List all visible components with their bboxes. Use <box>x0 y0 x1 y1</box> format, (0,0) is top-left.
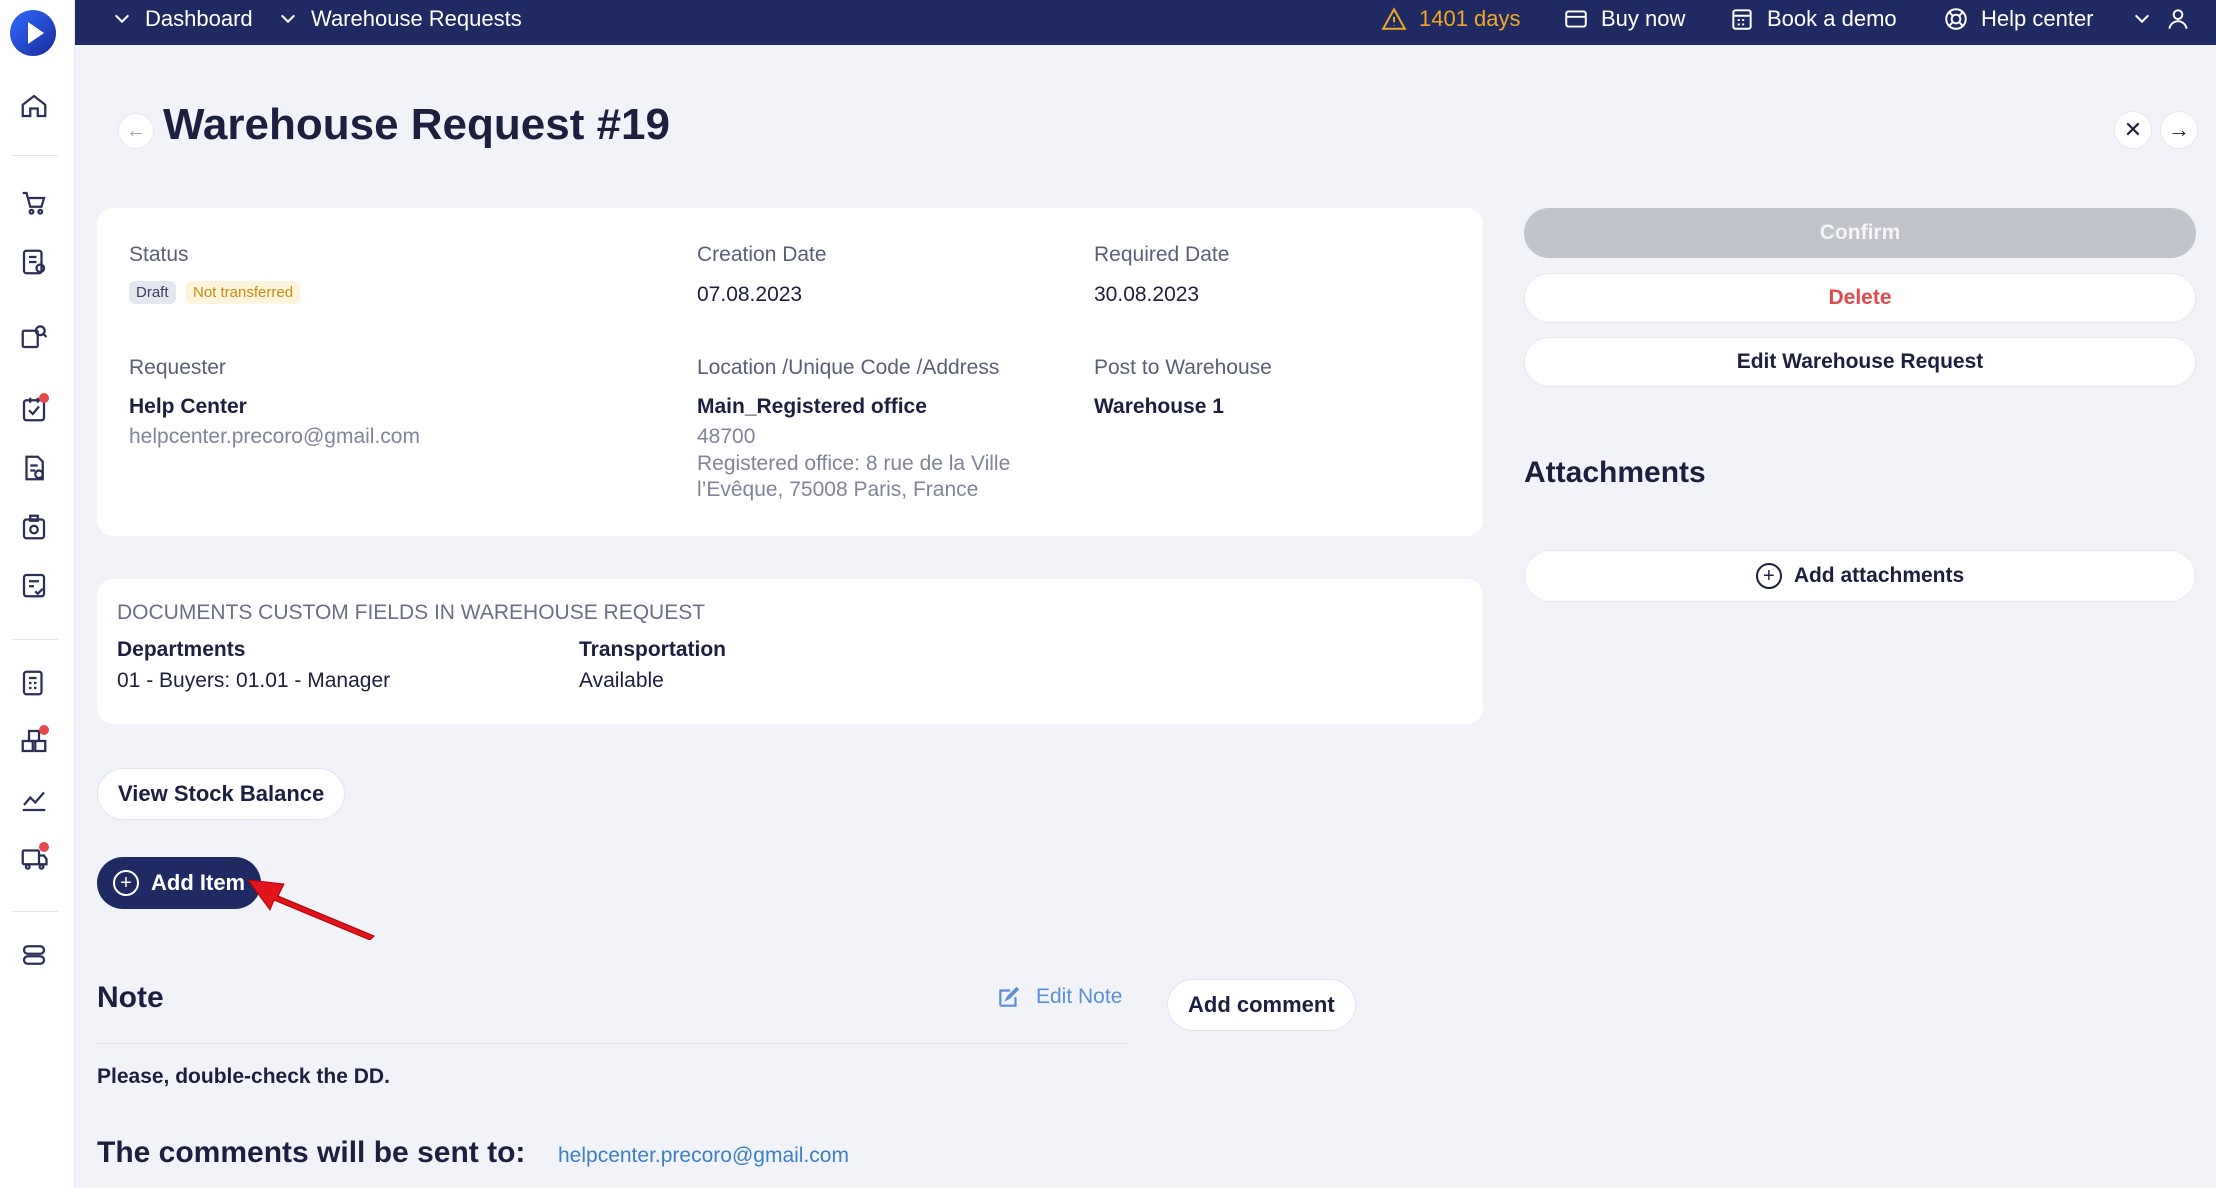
status-badge-draft: Draft <box>129 281 176 304</box>
status-badge-transfer: Not transferred <box>186 281 301 304</box>
suppliers-icon[interactable] <box>17 841 51 875</box>
required-date-label: Required Date <box>1094 243 1230 266</box>
settings-icon[interactable] <box>17 938 51 972</box>
edit-note-button[interactable]: Edit Note <box>996 984 1122 1010</box>
breadcrumb-warehouse-requests[interactable]: Warehouse Requests <box>280 0 522 38</box>
plus-circle-icon: + <box>113 870 139 896</box>
status-label: Status <box>129 243 189 266</box>
annotation-arrow-icon <box>246 879 375 940</box>
budgets-icon[interactable] <box>17 666 51 700</box>
close-icon: ✕ <box>2123 117 2143 142</box>
edit-note-label: Edit Note <box>1036 985 1123 1008</box>
add-attachments-button[interactable]: + Add attachments <box>1524 550 2196 602</box>
purchase-requests-icon[interactable] <box>17 245 51 279</box>
trial-days: 1401 days <box>1419 6 1521 31</box>
delete-button[interactable]: Delete <box>1524 273 2196 323</box>
confirm-button[interactable]: Confirm <box>1524 208 2196 258</box>
note-text: Please, double-check the DD. <box>97 1065 390 1088</box>
top-bar: Dashboard Warehouse Requests 1401 days B… <box>75 0 2216 45</box>
page-title: Warehouse Request #19 <box>163 100 670 149</box>
warehouse-icon[interactable] <box>17 724 51 758</box>
sidebar-divider <box>12 155 58 156</box>
breadcrumb-dashboard[interactable]: Dashboard <box>114 0 253 38</box>
search-orders-icon[interactable] <box>17 320 51 354</box>
sidebar-divider <box>12 639 58 640</box>
departments-label: Departments <box>117 638 246 661</box>
post-to-warehouse-label: Post to Warehouse <box>1094 356 1272 379</box>
app-logo[interactable] <box>10 10 56 56</box>
invoices-icon[interactable] <box>17 451 51 485</box>
sidebar <box>0 0 75 1188</box>
custom-fields-heading: DOCUMENTS CUSTOM FIELDS IN WAREHOUSE REQ… <box>117 601 706 624</box>
post-to-warehouse-value: Warehouse 1 <box>1094 395 1224 418</box>
details-card: Status Draft Not transferred Creation Da… <box>97 208 1483 536</box>
notification-dot <box>39 393 49 403</box>
attachments-title: Attachments <box>1524 456 1706 489</box>
view-stock-balance-button[interactable]: View Stock Balance <box>97 768 346 820</box>
home-icon[interactable] <box>17 89 51 123</box>
transportation-value: Available <box>579 669 664 692</box>
user-menu[interactable] <box>2134 0 2203 38</box>
add-attachments-label: Add attachments <box>1793 564 1965 587</box>
notification-dot <box>39 842 49 852</box>
custom-fields-card: DOCUMENTS CUSTOM FIELDS IN WAREHOUSE REQ… <box>97 579 1483 724</box>
add-item-label: Add Item <box>151 870 246 895</box>
chevron-down-icon <box>114 8 130 24</box>
book-demo-label: Book a demo <box>1767 6 1897 31</box>
add-comment-button[interactable]: Add comment <box>1167 979 1356 1031</box>
edit-icon <box>999 986 1020 1007</box>
approvals-icon[interactable] <box>17 392 51 426</box>
chevron-down-icon <box>280 8 296 24</box>
cart-icon[interactable] <box>17 186 51 220</box>
creation-date-label: Creation Date <box>697 243 827 266</box>
arrow-left-icon: ← <box>126 119 146 142</box>
arrow-right-icon: → <box>2168 117 2190 142</box>
payments-icon[interactable] <box>17 568 51 602</box>
note-title: Note <box>97 981 164 1014</box>
location-address-line-2: l’Evêque, 75008 Paris, France <box>697 478 979 501</box>
comments-recipients-title: The comments will be sent to: <box>97 1136 526 1169</box>
location-label: Location /Unique Code /Address <box>697 356 1000 379</box>
back-button[interactable]: ← <box>118 113 154 149</box>
close-button[interactable]: ✕ <box>2114 111 2152 149</box>
sidebar-divider <box>12 911 58 912</box>
calendar-icon <box>1732 9 1752 30</box>
buy-now-label: Buy now <box>1601 6 1686 31</box>
plus-circle-icon: + <box>1755 563 1782 589</box>
analytics-icon[interactable] <box>17 783 51 817</box>
next-button[interactable]: → <box>2160 111 2198 149</box>
transportation-label: Transportation <box>579 638 727 661</box>
creation-date-value: 07.08.2023 <box>697 283 803 306</box>
card-icon <box>1565 10 1587 28</box>
location-address-line-1: Registered office: 8 rue de la Ville <box>697 452 1011 475</box>
location-name: Main_Registered office <box>697 395 927 418</box>
lifebuoy-icon <box>1945 8 1967 30</box>
comments-recipient-email[interactable]: helpcenter.precoro@gmail.com <box>558 1144 849 1168</box>
buy-now-link[interactable]: Buy now <box>1563 0 1685 38</box>
requester-email: helpcenter.precoro@gmail.com <box>129 425 420 448</box>
notification-dot <box>39 725 49 735</box>
help-center-link[interactable]: Help center <box>1943 0 2094 38</box>
note-divider <box>97 1043 1127 1044</box>
requester-name: Help Center <box>129 395 247 418</box>
help-center-label: Help center <box>1981 6 2094 31</box>
breadcrumb-warehouse-requests-label: Warehouse Requests <box>311 6 522 31</box>
chevron-down-icon <box>2134 8 2150 24</box>
warning-icon <box>1381 7 1407 30</box>
breadcrumb-dashboard-label: Dashboard <box>145 6 253 31</box>
add-item-button[interactable]: + Add Item <box>97 857 262 909</box>
required-date-value: 30.08.2023 <box>1094 283 1200 306</box>
user-icon <box>2168 9 2188 30</box>
departments-value: 01 - Buyers: 01.01 - Manager <box>117 669 391 692</box>
requester-label: Requester <box>129 356 226 379</box>
location-code: 48700 <box>697 425 756 448</box>
book-demo-link[interactable]: Book a demo <box>1729 0 1897 38</box>
receipts-icon[interactable] <box>17 510 51 544</box>
edit-warehouse-request-button[interactable]: Edit Warehouse Request <box>1524 337 2196 387</box>
trial-warning[interactable]: 1401 days <box>1381 0 1521 38</box>
